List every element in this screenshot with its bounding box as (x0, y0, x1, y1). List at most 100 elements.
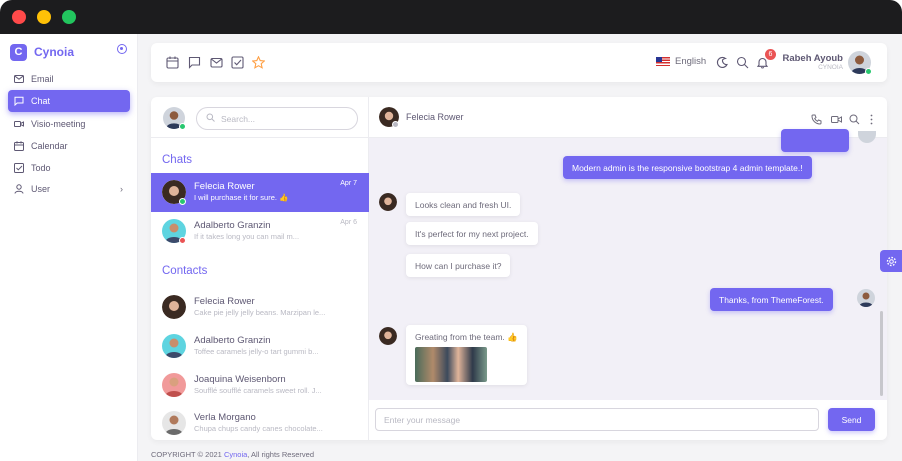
theme-toggle-icon[interactable] (716, 56, 729, 69)
app-window: C Cynoia Email Chat Visio-meeting Calend… (0, 0, 902, 461)
sidebar-item-label: Calendar (31, 141, 68, 151)
chat-row[interactable]: Adalberto Granzin If it takes long you c… (151, 212, 369, 251)
mail-shortcut-icon[interactable] (210, 56, 223, 69)
notification-badge: 6 (765, 49, 776, 60)
sidebar-item-label: User (31, 184, 51, 194)
chat-time: Apr 6 (340, 219, 357, 226)
footer-prefix: COPYRIGHT © 2021 (151, 450, 222, 459)
chat-contact-name: Felecia Rower (194, 181, 255, 192)
check-square-icon (14, 163, 24, 173)
top-navbar: English 6 Rabeh Ayoub CYNOIA (151, 43, 887, 82)
message-bubble-incoming: Looks clean and fresh UI. (406, 193, 521, 216)
conversation-contact-name: Felecia Rower (406, 112, 464, 122)
close-window-button[interactable] (12, 10, 26, 24)
todo-shortcut-icon[interactable] (231, 56, 244, 69)
chat-contact-name: Adalberto Granzin (194, 220, 271, 231)
sidebar-item-visio-meeting[interactable]: Visio-meeting (8, 113, 130, 135)
contact-row[interactable]: Adalberto Granzin Toffee caramels jelly-… (151, 327, 369, 366)
user-icon (14, 184, 24, 194)
contact-about: Cake pie jelly jelly beans. Marzipan le.… (194, 308, 326, 317)
user-name[interactable]: Rabeh Ayoub (779, 53, 843, 64)
contact-avatar (162, 373, 186, 397)
contact-about: Chupa chups candy canes chocolate... (194, 424, 323, 433)
search-icon[interactable] (736, 56, 749, 69)
chat-icon (14, 96, 24, 106)
message-composer: Send (369, 400, 887, 440)
contact-row[interactable]: Joaquina Weisenborn Soufflé soufflé cara… (151, 366, 369, 405)
sidebar-item-label: Visio-meeting (31, 119, 86, 129)
window-titlebar (0, 0, 902, 34)
theme-customizer-button[interactable] (880, 250, 902, 272)
video-icon (14, 119, 24, 129)
contact-avatar (162, 295, 186, 319)
send-button[interactable]: Send (828, 408, 875, 431)
sidebar-item-user[interactable]: User › (8, 178, 130, 200)
sender-avatar (858, 131, 876, 143)
message-bubble-partial (781, 129, 849, 152)
contact-about: Toffee caramels jelly-o tart gummi b... (194, 347, 319, 356)
chat-shortcut-icon[interactable] (188, 56, 201, 69)
message-input[interactable] (375, 408, 819, 431)
minimize-window-button[interactable] (37, 10, 51, 24)
sidebar-item-label: Email (31, 74, 54, 84)
profile-status-online (179, 123, 186, 130)
sidebar-toggle-icon[interactable] (117, 44, 127, 54)
search-placeholder: Search... (221, 113, 256, 124)
contact-avatar (162, 334, 186, 358)
gear-icon (886, 256, 896, 266)
conversation-scrollbar[interactable] (880, 311, 883, 396)
brand-name: Cynoia (34, 45, 75, 59)
chat-search-input[interactable]: Search... (196, 107, 358, 130)
conversation-status (392, 121, 399, 128)
contact-avatar (162, 411, 186, 435)
message-bubble-with-image: Greating from the team. 👍 (406, 325, 527, 385)
message-image-thumbnail[interactable] (415, 347, 487, 382)
contact-name: Adalberto Granzin (194, 335, 271, 346)
chat-last-message: I will purchase it for sure. 👍 (194, 193, 289, 202)
sidebar-item-chat[interactable]: Chat (8, 90, 130, 112)
brand[interactable]: C Cynoia (10, 43, 74, 61)
sender-avatar (379, 327, 397, 345)
language-selector[interactable]: English (656, 56, 706, 67)
footer-copyright: COPYRIGHT © 2021 Cynoia, All rights Rese… (151, 450, 314, 459)
message-bubble-outgoing: Modern admin is the responsive bootstrap… (563, 156, 812, 179)
contact-name: Verla Morgano (194, 412, 256, 423)
contacts-section-title: Contacts (162, 265, 208, 277)
contact-status-online (179, 198, 186, 205)
calendar-shortcut-icon[interactable] (166, 56, 179, 69)
calendar-icon (14, 141, 24, 151)
footer-suffix: , All rights Reserved (247, 450, 314, 459)
sidebar-item-label: Todo (31, 163, 51, 173)
chat-sidebar: Search... Chats Felecia Rower I will pur… (151, 97, 369, 440)
phone-call-icon[interactable] (811, 112, 822, 125)
sidebar: C Cynoia Email Chat Visio-meeting Calend… (0, 34, 138, 461)
user-status-online (865, 68, 872, 75)
sender-avatar (379, 193, 397, 211)
star-icon[interactable] (251, 55, 266, 69)
sender-avatar (857, 289, 875, 307)
contact-name: Felecia Rower (194, 296, 255, 307)
message-bubble-incoming: It's perfect for my next project. (406, 222, 538, 245)
more-vertical-icon[interactable] (866, 112, 877, 125)
sidebar-item-calendar[interactable]: Calendar (8, 135, 130, 157)
sidebar-item-email[interactable]: Email (8, 68, 130, 90)
brand-logo-icon: C (10, 43, 27, 61)
chat-sidebar-header: Search... (151, 97, 369, 138)
contact-row[interactable]: Felecia Rower Cake pie jelly jelly beans… (151, 288, 369, 327)
language-label: English (675, 56, 707, 67)
contact-row[interactable]: Verla Morgano Chupa chups candy canes ch… (151, 404, 369, 440)
chat-application: Search... Chats Felecia Rower I will pur… (151, 97, 887, 440)
chats-section-title: Chats (162, 154, 193, 166)
sidebar-item-label: Chat (31, 96, 51, 106)
message-bubble-incoming: How can I purchase it? (406, 254, 511, 277)
video-call-icon[interactable] (831, 112, 842, 123)
chat-row[interactable]: Felecia Rower I will purchase it for sur… (151, 173, 369, 212)
maximize-window-button[interactable] (62, 10, 76, 24)
conversation-panel: Felecia Rower Modern admin is the respon… (369, 97, 887, 440)
contact-name: Joaquina Weisenborn (194, 374, 286, 385)
chat-time: Apr 7 (340, 180, 357, 187)
footer-brand-link[interactable]: Cynoia (224, 450, 247, 459)
sidebar-item-todo[interactable]: Todo (8, 157, 130, 179)
search-icon[interactable] (849, 112, 860, 125)
user-role: CYNOIA (818, 64, 843, 71)
